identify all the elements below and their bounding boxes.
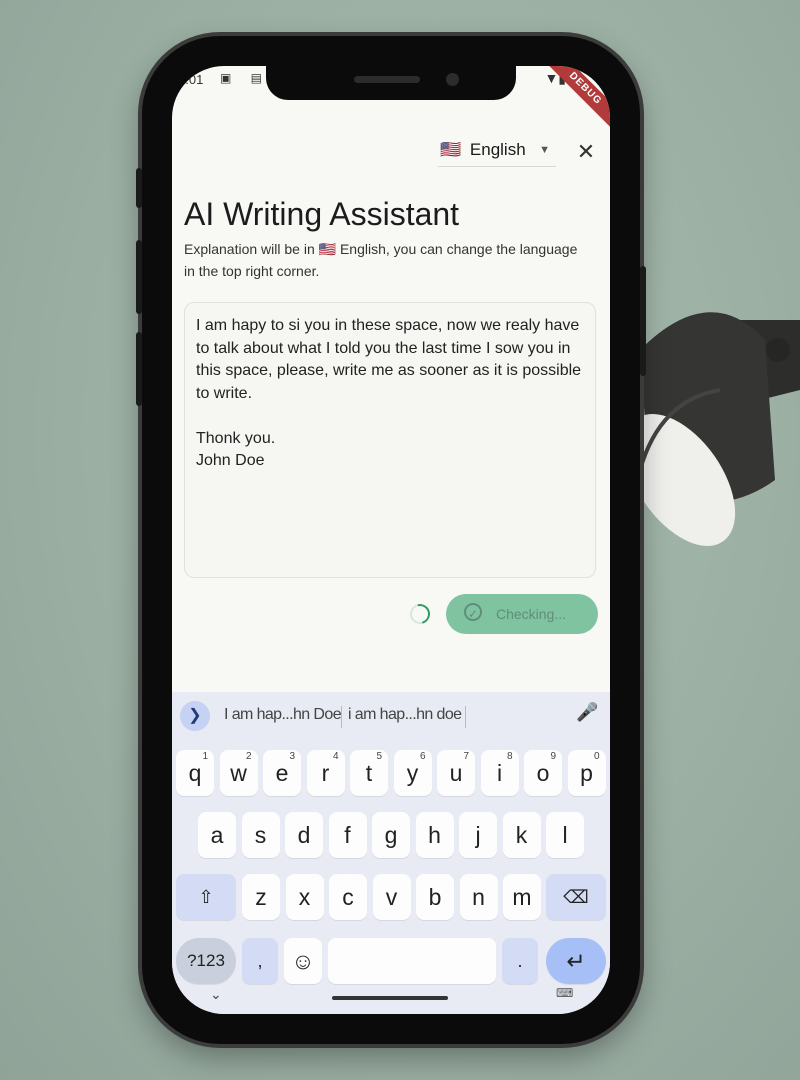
key-u[interactable]: u7 <box>437 750 475 796</box>
check-button[interactable]: ✓ Checking... <box>446 594 598 634</box>
key-label: q <box>188 760 202 786</box>
key-label: t <box>365 760 373 786</box>
enter-key[interactable]: ↵ <box>546 938 606 984</box>
key-hint-number: 5 <box>376 751 382 762</box>
page-subtitle: Explanation will be in 🇺🇸 English, you c… <box>184 241 578 279</box>
key-j[interactable]: j <box>459 812 497 858</box>
key-y[interactable]: y6 <box>393 750 432 796</box>
hide-keyboard-icon[interactable]: ⌄ <box>210 986 222 1003</box>
phone-frame: 1:01 ▣ ▤ ▼▮ DEBUG 🇺🇸 English ▼ ✕ AI Writ… <box>136 36 646 1044</box>
key-l[interactable]: l <box>546 812 584 858</box>
key-t[interactable]: t5 <box>350 750 388 796</box>
chevron-down-icon: ▼ <box>539 144 550 156</box>
key-hint-number: 6 <box>419 751 426 762</box>
phone-side-button <box>136 168 142 208</box>
system-nav: ⌄ ⌨ <box>172 982 610 1014</box>
us-flag-icon: 🇺🇸 <box>440 140 462 159</box>
key-z[interactable]: z <box>242 874 280 920</box>
key-b[interactable]: b <box>416 874 454 920</box>
key-hint-number: 4 <box>332 751 339 762</box>
home-indicator[interactable] <box>332 996 448 1000</box>
close-icon: ✕ <box>576 139 596 164</box>
key-label: i <box>496 760 503 786</box>
top-bar: 🇺🇸 English ▼ ✕ <box>172 130 610 170</box>
text-input-area[interactable]: I am hapy to si you in these space, now … <box>184 302 596 578</box>
earpiece-speaker <box>354 76 420 83</box>
key-r[interactable]: r4 <box>306 750 345 796</box>
key-n[interactable]: n <box>459 874 498 920</box>
status-notification-icons: ▣ ▤ <box>220 71 271 85</box>
key-hint-number: 8 <box>506 751 513 762</box>
key-g[interactable]: g <box>372 812 410 858</box>
close-button[interactable]: ✕ <box>572 138 600 166</box>
key-o[interactable]: o9 <box>524 750 562 796</box>
key-e[interactable]: e3 <box>263 750 301 796</box>
period-key[interactable]: . <box>502 938 538 984</box>
key-label: y <box>406 760 419 786</box>
check-circle-icon: ✓ <box>464 603 482 621</box>
expand-toolbar-button[interactable]: ❯ <box>180 701 210 731</box>
page-title: AI Writing Assistant <box>184 196 460 232</box>
suggestion-divider <box>341 706 342 728</box>
key-h[interactable]: h <box>415 812 454 858</box>
space-key[interactable] <box>328 938 496 984</box>
soft-keyboard: ❯ I am hap...hn Doe i am hap...hn doe 🎤 … <box>172 692 610 1014</box>
emoji-icon: ☺ <box>291 948 315 974</box>
key-d[interactable]: d <box>285 812 323 858</box>
emoji-key[interactable]: ☺ <box>284 938 322 984</box>
key-q[interactable]: q1 <box>176 750 214 796</box>
phone-volume-down <box>136 332 142 406</box>
status-time: 1:01 <box>178 72 204 87</box>
chevron-right-icon: ❯ <box>188 707 202 724</box>
suggestion-strip: ❯ I am hap...hn Doe i am hap...hn doe 🎤 <box>172 692 610 740</box>
key-label: u <box>449 760 463 786</box>
language-dropdown[interactable]: 🇺🇸 English ▼ <box>438 134 556 167</box>
key-w[interactable]: w2 <box>219 750 258 796</box>
key-hint-number: 9 <box>550 751 556 762</box>
shift-key[interactable]: ⇧ <box>176 874 236 920</box>
backspace-key[interactable]: ⌫ <box>546 874 606 920</box>
key-f[interactable]: f <box>328 812 367 858</box>
suggestion-1[interactable]: I am hap...hn Doe <box>224 706 342 724</box>
key-hint-number: 3 <box>289 751 295 762</box>
key-label: p <box>580 760 593 786</box>
key-v[interactable]: v <box>372 874 411 920</box>
key-i[interactable]: i8 <box>480 750 519 796</box>
key-hint-number: 7 <box>463 751 469 762</box>
key-a[interactable]: a <box>198 812 236 858</box>
action-row: ✓ Checking... <box>172 594 610 636</box>
comma-key[interactable]: , <box>242 938 278 984</box>
language-label: English <box>469 140 526 159</box>
front-camera <box>446 73 459 86</box>
suggestion-2[interactable]: i am hap...hn doe <box>348 706 462 724</box>
phone-screen: 1:01 ▣ ▤ ▼▮ DEBUG 🇺🇸 English ▼ ✕ AI Writ… <box>172 66 610 1014</box>
suggestion-divider <box>465 706 466 728</box>
key-hint-number: 0 <box>593 751 600 762</box>
key-label: o <box>536 760 550 786</box>
key-label: w <box>230 760 247 786</box>
symbols-key[interactable]: ?123 <box>176 938 236 984</box>
key-label: r <box>321 760 330 786</box>
microphone-icon[interactable]: 🎤 <box>576 702 598 723</box>
enter-icon: ↵ <box>566 948 586 974</box>
backspace-icon: ⌫ <box>563 887 589 907</box>
shift-icon: ⇧ <box>198 887 214 907</box>
check-button-label: Checking... <box>496 606 567 622</box>
key-x[interactable]: x <box>285 874 324 920</box>
key-s[interactable]: s <box>241 812 280 858</box>
key-m[interactable]: m <box>503 874 541 920</box>
key-hint-number: 1 <box>202 751 208 762</box>
key-c[interactable]: c <box>329 874 367 920</box>
key-p[interactable]: p0 <box>567 750 606 796</box>
phone-power-button <box>640 266 646 376</box>
key-label: e <box>275 760 289 786</box>
key-hint-number: 2 <box>245 751 252 762</box>
notch <box>266 66 516 100</box>
keyboard-switch-icon[interactable]: ⌨ <box>556 986 573 1000</box>
phone-volume-up <box>136 240 142 314</box>
key-k[interactable]: k <box>502 812 541 858</box>
loading-spinner-icon <box>406 600 434 628</box>
